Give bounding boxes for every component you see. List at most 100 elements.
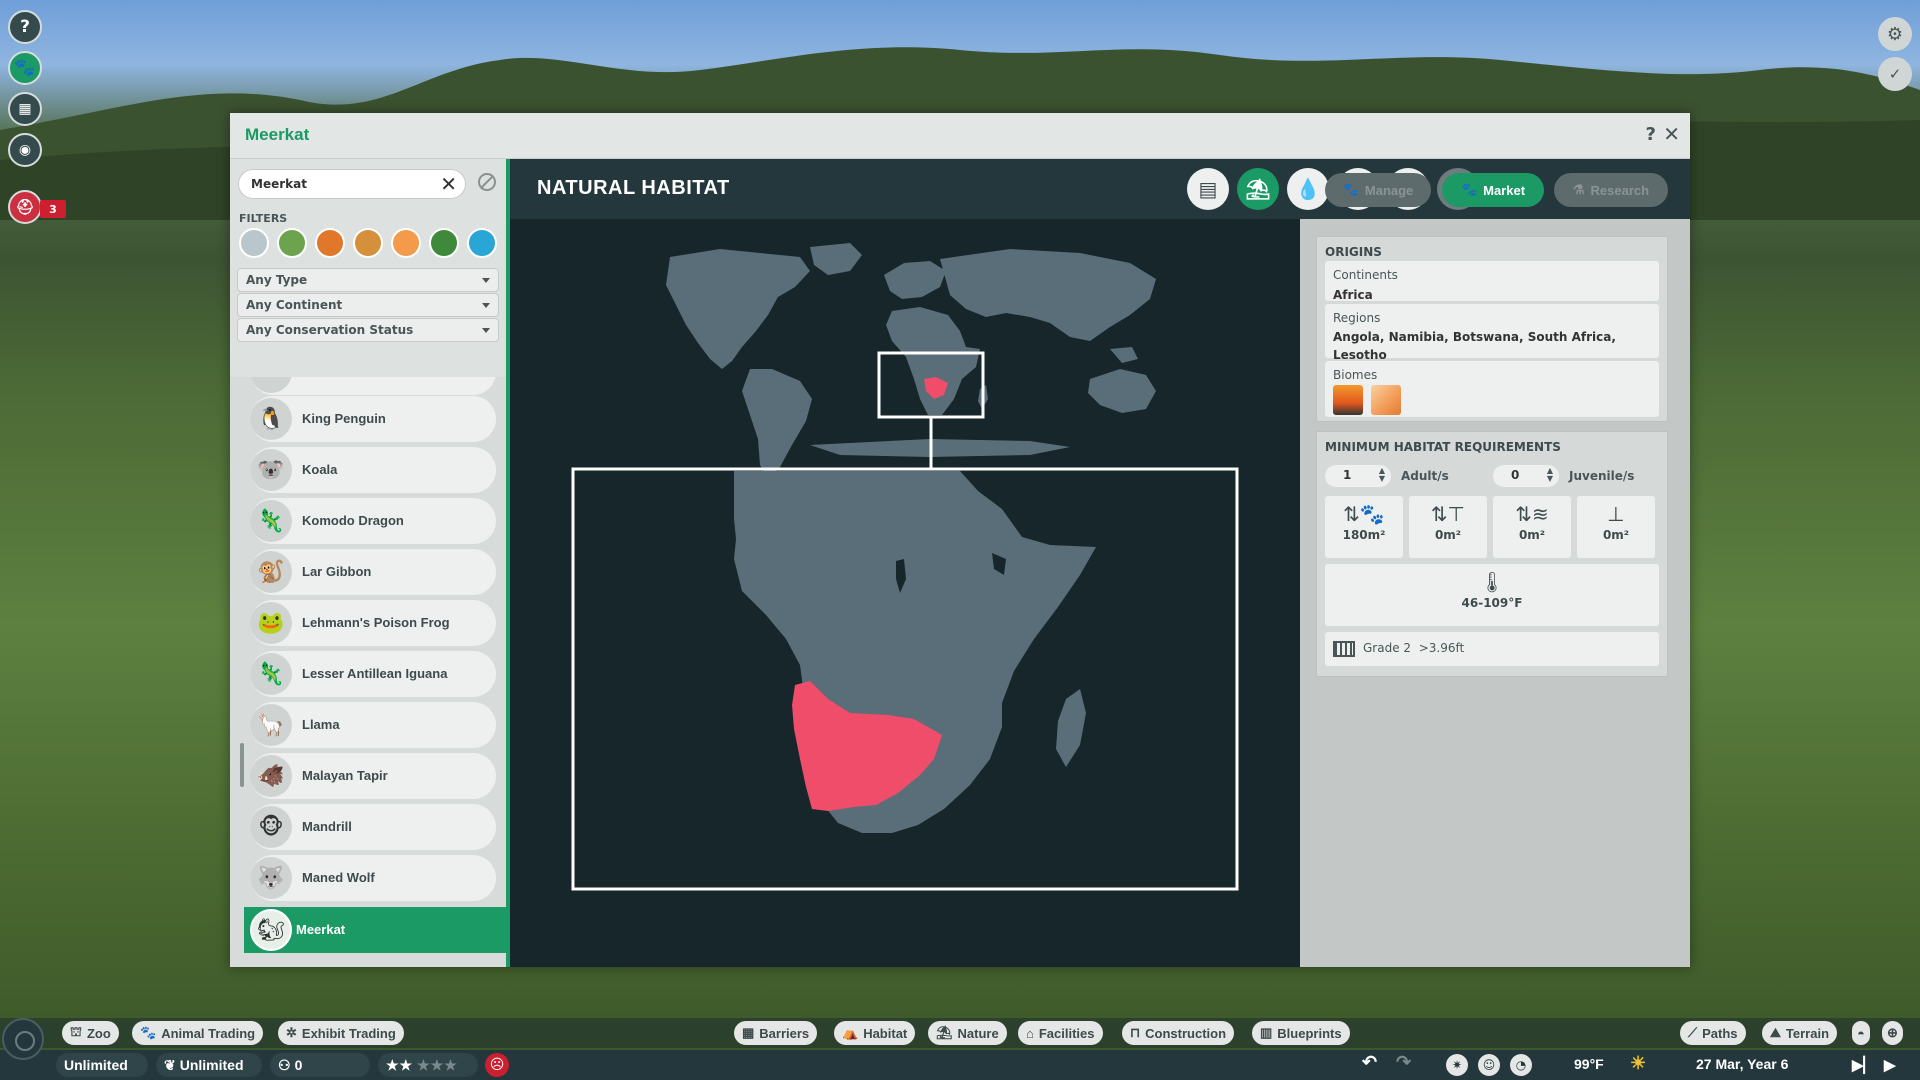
- filters-label: FILTERS: [239, 212, 288, 225]
- tab-info[interactable]: ▤: [1187, 168, 1229, 210]
- staff-icon[interactable]: ☺: [1478, 1054, 1500, 1076]
- animal-avatar: [250, 377, 292, 393]
- guests-icon: ⚇: [278, 1056, 291, 1073]
- habitat-label: Habitat: [863, 1025, 908, 1041]
- water-area-value: 0m²: [1518, 528, 1546, 542]
- blueprints-label: Blueprints: [1277, 1025, 1342, 1041]
- paths-button[interactable]: ⟋ Paths: [1680, 1021, 1746, 1045]
- biome-filter-grassland[interactable]: [315, 228, 345, 258]
- zoo-button[interactable]: ⛫ Zoo: [62, 1021, 119, 1045]
- research-label: Research: [1590, 182, 1650, 198]
- tab-habitat[interactable]: ⛱: [1237, 168, 1279, 210]
- blueprints-button[interactable]: ▥ Blueprints: [1252, 1021, 1350, 1045]
- juveniles-value: 0: [1511, 468, 1520, 482]
- list-item[interactable]: 🦎 Komodo Dragon: [250, 498, 496, 544]
- animal-avatar: 🐿: [250, 909, 292, 951]
- biome-filter-desert[interactable]: [391, 228, 421, 258]
- clipboard-icon: ▤: [1198, 177, 1218, 201]
- animal-name: Lar Gibbon: [302, 564, 372, 579]
- temperature-value: 46-109°F: [1461, 596, 1523, 610]
- biome-filter-tropical[interactable]: [429, 228, 459, 258]
- calendar-button[interactable]: ▦: [8, 92, 42, 126]
- biome-filter-temperate[interactable]: [277, 228, 307, 258]
- thermometer-icon: 🌡: [1479, 570, 1505, 594]
- construction-label: Construction: [1145, 1025, 1227, 1041]
- barriers-button[interactable]: ▦ Barriers: [734, 1021, 818, 1045]
- regions-label: Regions: [1333, 311, 1381, 325]
- close-icon[interactable]: ✕: [1663, 122, 1680, 146]
- research-value: Unlimited: [179, 1057, 244, 1073]
- continents-card: Continents Africa: [1325, 261, 1659, 302]
- play-icon[interactable]: ▶: [1884, 1056, 1896, 1074]
- nature-button[interactable]: ⛱ Nature: [928, 1021, 1007, 1045]
- exhibit-trading-button[interactable]: ✲ Exhibit Trading: [278, 1021, 404, 1045]
- terrain-button[interactable]: ⛰ Terrain: [1762, 1021, 1838, 1045]
- path-icon: ⟋: [1688, 1025, 1698, 1040]
- notifications-button[interactable]: ⛑: [8, 190, 42, 224]
- list-item-partial[interactable]: [250, 377, 496, 395]
- temperature-card: 🌡 46-109°F: [1325, 564, 1659, 626]
- type-dropdown[interactable]: Any Type: [237, 268, 499, 292]
- list-item[interactable]: 🐨 Koala: [250, 447, 496, 493]
- list-item[interactable]: 🐧 King Penguin: [250, 396, 496, 442]
- camera-button[interactable]: ◓: [1852, 1021, 1870, 1045]
- undo-icon[interactable]: ↶: [1362, 1052, 1377, 1073]
- manage-button[interactable]: 🐾 Manage: [1325, 173, 1431, 207]
- content-header: NATURAL HABITAT ▤ ⛱ 💧 ⚗ 🐾 🏆 🐾Manage 🐾Mar…: [510, 159, 1690, 219]
- market-button[interactable]: 🐾 Market: [1442, 173, 1544, 207]
- biome-filter-taiga[interactable]: [353, 228, 383, 258]
- list-item[interactable]: 🐵 Mandrill: [250, 804, 496, 850]
- hub-button[interactable]: [2, 1018, 44, 1060]
- origins-section: ORIGINS Continents Africa Regions Angola…: [1316, 236, 1668, 422]
- juveniles-stepper[interactable]: 0 ▲ ▼: [1493, 465, 1559, 487]
- requirements-section: MINIMUM HABITAT REQUIREMENTS 1 ▲ ▼ Adult/s…: [1316, 431, 1668, 677]
- list-item-selected[interactable]: 🐿 Meerkat: [244, 907, 510, 953]
- notification-count-badge: 3: [40, 200, 66, 218]
- settings-button[interactable]: ⚙: [1878, 17, 1912, 51]
- continent-dropdown[interactable]: Any Continent: [237, 293, 499, 317]
- zoo-rating: ★★ ★★★: [378, 1053, 478, 1077]
- clear-search-icon[interactable]: ✕: [440, 172, 457, 196]
- list-scrollbar[interactable]: [240, 743, 244, 787]
- list-item[interactable]: 🦎 Lesser Antillean Iguana: [250, 651, 496, 697]
- speed-icon[interactable]: ✷: [1446, 1054, 1468, 1076]
- time-icon[interactable]: ◔: [1510, 1054, 1532, 1076]
- play-speed-icon[interactable]: ▶▏: [1852, 1056, 1875, 1074]
- construction-button[interactable]: ⊓ Construction: [1122, 1021, 1235, 1045]
- habitat-button[interactable]: ⛺ Habitat: [834, 1021, 916, 1045]
- tab-welfare[interactable]: 💧: [1287, 168, 1329, 210]
- animal-avatar: 🐵: [250, 806, 292, 848]
- barrier-grade-card: Grade 2 >3.96ft: [1325, 632, 1659, 666]
- list-item[interactable]: 🐒 Lar Gibbon: [250, 549, 496, 595]
- biome-filter-tundra[interactable]: [239, 228, 269, 258]
- biome-filter-aquatic[interactable]: [467, 228, 497, 258]
- visibility-button[interactable]: ◉: [8, 133, 42, 167]
- conservation-dropdown[interactable]: Any Conservation Status: [237, 318, 499, 342]
- money-value: Unlimited: [64, 1057, 128, 1073]
- zoo-icon-button[interactable]: 🐾: [8, 51, 42, 85]
- climbing-area-card: ⇅⊤ 0m²: [1409, 496, 1487, 558]
- list-item[interactable]: 🐸 Lehmann's Poison Frog: [250, 600, 496, 646]
- list-item[interactable]: 🦙 Llama: [250, 702, 496, 748]
- research-button[interactable]: ⚗ Research: [1554, 173, 1668, 207]
- help-button[interactable]: ?: [8, 10, 42, 44]
- help-icon: ?: [20, 17, 30, 37]
- animal-trading-button[interactable]: 🐾 Animal Trading: [132, 1021, 264, 1045]
- guests-value: 0: [294, 1057, 303, 1073]
- photo-button[interactable]: ⊕: [1882, 1021, 1903, 1045]
- leaf-icon: ❦: [164, 1056, 176, 1073]
- animal-list: 🐧 King Penguin 🐨 Koala 🦎 Komodo Dragon 🐒 Lar…: [230, 377, 510, 967]
- reset-filters-icon[interactable]: [478, 173, 496, 191]
- list-item[interactable]: 🐺 Maned Wolf: [250, 855, 496, 901]
- search-input[interactable]: Meerkat ✕: [238, 169, 466, 199]
- stepper-arrows-icon[interactable]: ▲ ▼: [1547, 467, 1553, 483]
- facilities-button[interactable]: ⌂ Facilities: [1018, 1021, 1103, 1045]
- chevron-down-icon: [482, 278, 490, 283]
- adults-stepper[interactable]: 1 ▲ ▼: [1325, 465, 1391, 487]
- objectives-button[interactable]: ✓: [1878, 57, 1912, 91]
- help-icon[interactable]: ?: [1646, 124, 1656, 145]
- redo-icon[interactable]: ↷: [1396, 1052, 1411, 1073]
- list-item[interactable]: 🐗 Malayan Tapir: [250, 753, 496, 799]
- manage-label: Manage: [1364, 182, 1414, 198]
- stepper-arrows-icon[interactable]: ▲ ▼: [1379, 467, 1385, 483]
